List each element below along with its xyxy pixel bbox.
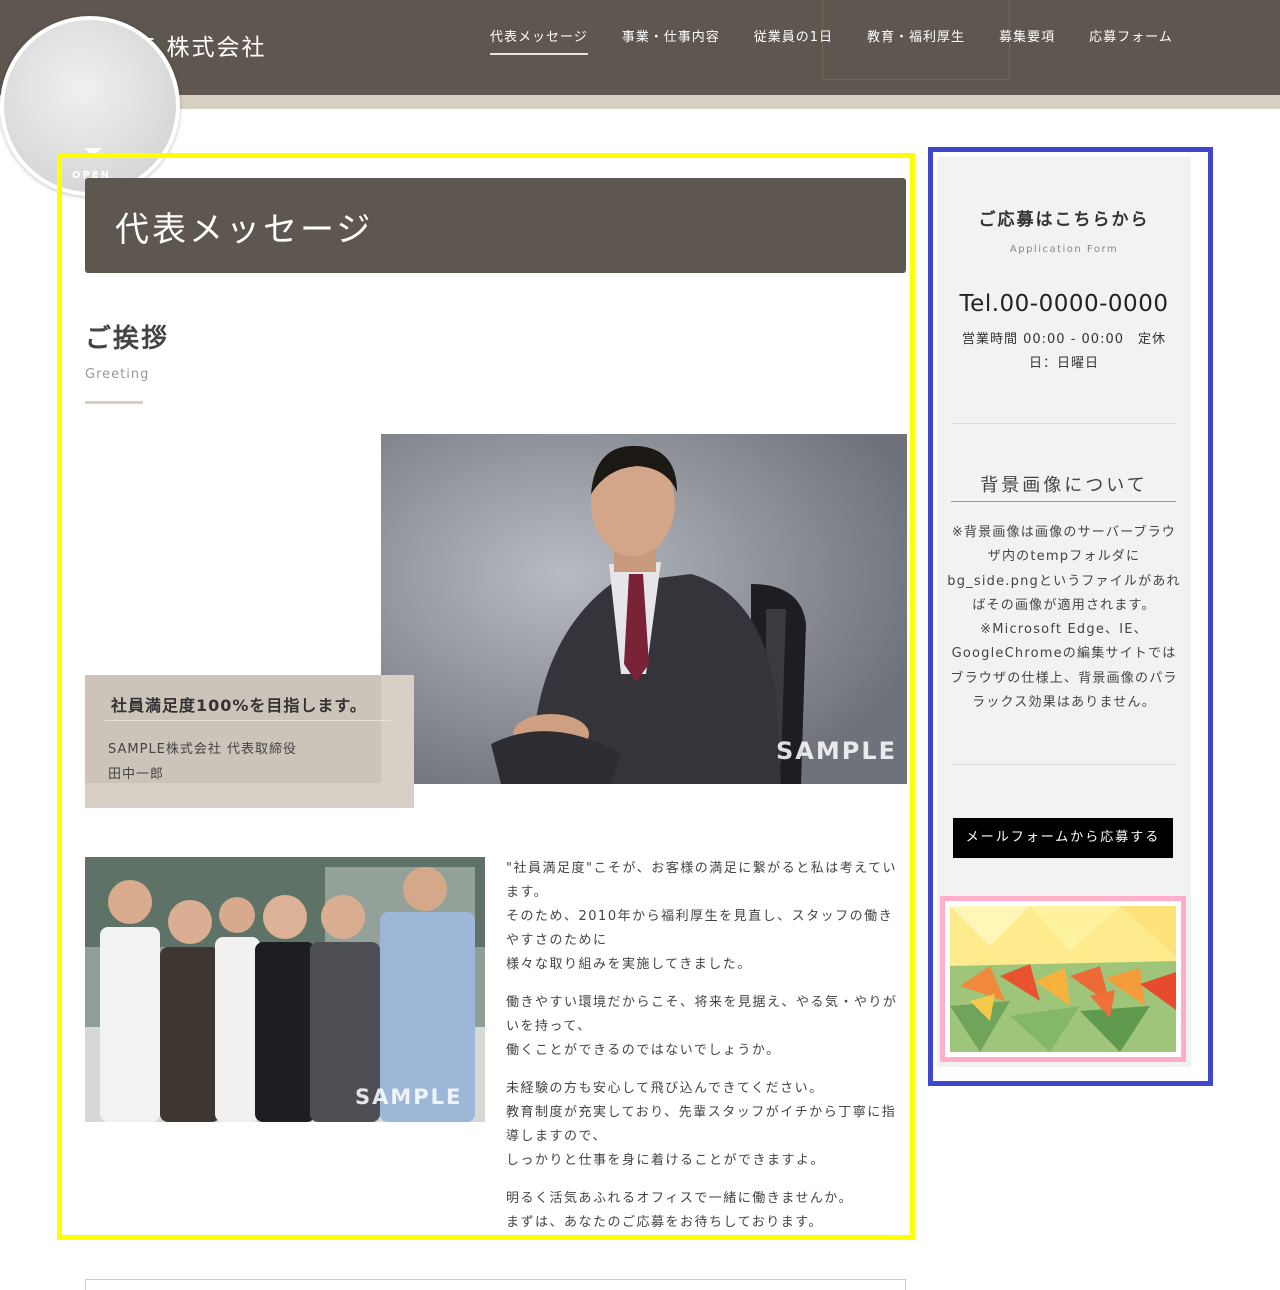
business-hours: 営業時間 00:00 - 00:00 定休日：日曜日 xyxy=(961,332,1167,371)
paragraph-1-line-3: 様々な取り組みを実施してきました。 xyxy=(506,957,752,972)
paragraph-1: "社員満足度"こそが、お客様の満足に繋がると私は考えています。 そのため、201… xyxy=(506,857,906,977)
paragraph-2-line-1: 働きやすい環境だからこそ、将来を見据え、やる気・やりがいを持って、 xyxy=(506,995,898,1034)
paragraph-1-line-2: そのため、2010年から福利厚生を見直し、スタッフの働きやすさのために xyxy=(506,909,894,948)
bg-info-heading: 背景画像について xyxy=(980,475,1148,496)
paragraph-4-line-1: 明るく活気あふれるオフィスで一緒に働きませんか。 xyxy=(506,1191,854,1206)
paragraph-3-line-2: 教育制度が充実しており、先輩スタッフがイチから丁寧に指導しますので、 xyxy=(506,1105,897,1144)
bg-info-underline xyxy=(951,501,1176,502)
team-illustration xyxy=(85,857,485,1122)
sidebar-banner-frame xyxy=(940,896,1186,1062)
paragraph-3-line-1: 未経験の方も安心して飛び込んできてください。 xyxy=(506,1081,824,1096)
team-photo-watermark: SAMPLE xyxy=(355,1085,463,1109)
apply-subheading: Application Form xyxy=(1009,244,1119,255)
ceo-photo-watermark: SAMPLE xyxy=(776,737,898,765)
caption-headline: 社員満足度100%を目指します。 xyxy=(111,696,367,715)
paragraph-3-line-3: しっかりと仕事を身に着けることができますよ。 xyxy=(506,1153,826,1168)
paragraph-3: 未経験の方も安心して飛び込んできてください。 教育制度が充実しており、先輩スタッ… xyxy=(506,1077,906,1173)
caption-position: SAMPLE株式会社 代表取締役 xyxy=(108,742,298,757)
site-header: PLE 株式会社 代表メッセージ 事業・仕事内容 従業員の1日 教育・福利厚生 … xyxy=(0,0,1280,95)
ceo-caption-card: 社員満足度100%を目指します。 SAMPLE株式会社 代表取締役 田中一郎 xyxy=(85,675,414,808)
paragraph-4-line-2: まずは、あなたのご応募をお待ちしております。 xyxy=(506,1215,823,1230)
section-underline xyxy=(85,401,143,404)
nav-item-business[interactable]: 事業・仕事内容 xyxy=(622,26,720,55)
nav-hover-outline xyxy=(822,0,1010,80)
caption-divider xyxy=(105,720,391,721)
section-subtitle: Greeting xyxy=(85,367,150,382)
sidebar-divider xyxy=(951,423,1176,424)
flower-illustration xyxy=(950,906,1176,1052)
apply-heading: ご応募はこちらから xyxy=(978,210,1150,230)
paragraph-2-line-2: 働くことができるのではないでしょうか。 xyxy=(506,1043,781,1058)
paragraph-4: 明るく活気あふれるオフィスで一緒に働きませんか。 まずは、あなたのご応募をお待ち… xyxy=(506,1187,906,1235)
next-section-frame xyxy=(85,1279,906,1290)
nav-item-apply[interactable]: 応募フォーム xyxy=(1089,26,1173,55)
ceo-photo: SAMPLE xyxy=(381,434,907,784)
phone-number[interactable]: Tel.00-0000-0000 xyxy=(937,291,1191,317)
header-accent-strip xyxy=(0,95,1280,109)
mail-form-apply-button[interactable]: メールフォームから応募する xyxy=(953,818,1173,858)
paragraph-1-line-1: "社員満足度"こそが、お客様の満足に繋がると私は考えています。 xyxy=(506,861,898,900)
caption-name: 田中一郎 xyxy=(108,767,165,782)
section-title: ご挨拶 xyxy=(85,324,170,354)
flower-banner-image[interactable] xyxy=(950,906,1176,1052)
page-title: 代表メッセージ xyxy=(115,210,374,250)
ceo-illustration xyxy=(381,434,907,784)
page-title-bar: 代表メッセージ xyxy=(85,178,906,273)
paragraph-2: 働きやすい環境だからこそ、将来を見据え、やる気・やりがいを持って、 働くことがで… xyxy=(506,991,906,1063)
team-photo: SAMPLE xyxy=(85,857,485,1122)
sidebar-divider xyxy=(951,764,1176,765)
greeting-body: "社員満足度"こそが、お客様の満足に繋がると私は考えています。 そのため、201… xyxy=(506,857,906,1249)
bg-info-text: ※背景画像は画像のサーバーブラウザ内のtempフォルダにbg_side.pngと… xyxy=(947,525,1181,711)
nav-item-message[interactable]: 代表メッセージ xyxy=(490,26,588,55)
